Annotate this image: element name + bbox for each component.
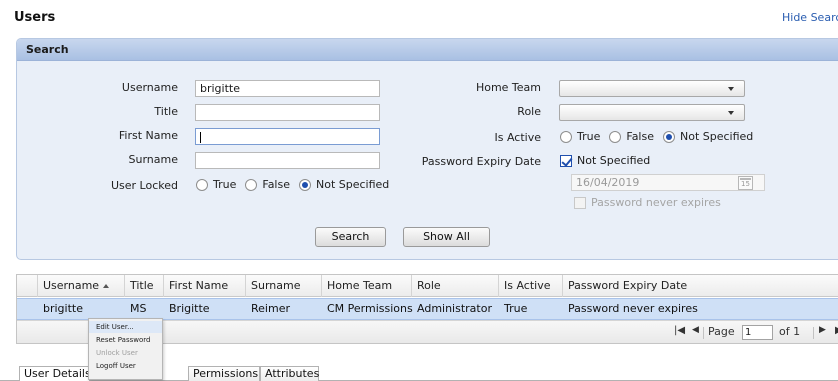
- is-active-radio-group: True False Not Specified: [560, 130, 762, 143]
- cell-surname: Reimer: [251, 302, 290, 315]
- previous-page-icon[interactable]: ◀: [692, 325, 699, 335]
- radio-button[interactable]: [299, 178, 311, 191]
- option-label: Not Specified: [680, 130, 754, 143]
- surname-input[interactable]: [195, 152, 380, 169]
- page-label: Page: [708, 325, 735, 338]
- column-header-title[interactable]: Title: [125, 275, 164, 297]
- first-name-input[interactable]: [195, 128, 380, 145]
- user-locked-radio-group: True False Not Specified: [196, 178, 398, 191]
- menu-item-logoff-user[interactable]: Logoff User: [89, 360, 162, 372]
- table-row[interactable]: brigitte MS Brigitte Reimer CM Permissio…: [17, 298, 838, 320]
- grid-header: Username Title First Name Surname Home T…: [17, 275, 838, 297]
- tab-user-details[interactable]: User Details: [19, 366, 91, 381]
- home-team-select[interactable]: [559, 80, 745, 97]
- cell-first-name: Brigitte: [169, 302, 210, 315]
- password-expiry-not-specified[interactable]: Not Specified: [560, 154, 650, 167]
- tab-attributes[interactable]: Attributes: [260, 366, 319, 381]
- search-button[interactable]: Search: [315, 227, 386, 247]
- radio-button[interactable]: [663, 130, 675, 143]
- column-header-surname[interactable]: Surname: [246, 275, 322, 297]
- home-team-label: Home Team: [475, 81, 541, 94]
- is-active-false-option[interactable]: False: [609, 130, 654, 143]
- pager-separator: [813, 327, 814, 339]
- calendar-icon[interactable]: 15: [738, 176, 753, 190]
- menu-item-unlock-user: Unlock User: [96, 349, 138, 357]
- option-label: True: [577, 130, 601, 143]
- column-header-role[interactable]: Role: [412, 275, 499, 297]
- password-never-expires-checkbox: [574, 196, 586, 209]
- cell-password-expiry: Password never expires: [568, 302, 698, 315]
- column-label: Title: [130, 279, 154, 292]
- column-header-password-expiry[interactable]: Password Expiry Date: [563, 275, 838, 297]
- cell-username: brigitte: [43, 302, 83, 315]
- password-never-expires: Password never expires: [574, 196, 721, 209]
- option-label: False: [626, 130, 654, 143]
- is-active-not-specified-option[interactable]: Not Specified: [663, 130, 753, 143]
- column-label: Password Expiry Date: [568, 279, 688, 292]
- radio-button[interactable]: [609, 130, 622, 143]
- column-label: Role: [417, 279, 441, 292]
- first-name-label: First Name: [118, 129, 178, 142]
- cell-is-active: True: [504, 302, 528, 315]
- title-input[interactable]: [195, 104, 380, 121]
- role-select[interactable]: [559, 104, 745, 121]
- next-page-icon[interactable]: ▶: [819, 325, 826, 335]
- checkbox-label: Not Specified: [577, 154, 651, 167]
- cell-role: Administrator: [417, 302, 492, 315]
- option-label: True: [213, 178, 237, 191]
- page-title: Users: [14, 10, 56, 25]
- page-number-input[interactable]: 1: [742, 325, 773, 340]
- user-locked-not-specified-option[interactable]: Not Specified: [299, 178, 389, 191]
- username-label: Username: [121, 81, 178, 94]
- chevron-down-icon: [728, 87, 734, 91]
- role-label: Role: [517, 105, 541, 118]
- option-label: False: [262, 178, 290, 191]
- password-expiry-date-field[interactable]: 16/04/2019: [571, 174, 765, 191]
- menu-item-edit-user[interactable]: Edit User...: [89, 321, 162, 333]
- column-label: Is Active: [504, 279, 551, 292]
- row-selector-header: [17, 275, 38, 297]
- hide-search-link[interactable]: Hide Search: [782, 11, 838, 24]
- radio-button[interactable]: [196, 178, 208, 191]
- cell-title: MS: [130, 302, 147, 315]
- column-header-home-team[interactable]: Home Team: [322, 275, 412, 297]
- user-locked-false-option[interactable]: False: [245, 178, 290, 191]
- username-input[interactable]: brigitte: [195, 80, 380, 97]
- title-label: Title: [154, 105, 178, 118]
- radio-button[interactable]: [245, 178, 258, 191]
- column-header-is-active[interactable]: Is Active: [499, 275, 563, 297]
- column-header-username[interactable]: Username: [38, 275, 125, 297]
- tab-permissions[interactable]: Permissions: [188, 366, 260, 381]
- column-label: Home Team: [327, 279, 393, 292]
- show-all-button[interactable]: Show All: [403, 227, 490, 247]
- menu-item-reset-password[interactable]: Reset Password: [89, 334, 162, 346]
- cell-home-team: CM Permissions: [327, 302, 413, 315]
- not-specified-checkbox[interactable]: [560, 154, 572, 167]
- chevron-down-icon: [728, 111, 734, 115]
- surname-label: Surname: [128, 153, 178, 166]
- user-locked-true-option[interactable]: True: [196, 178, 236, 191]
- search-panel-header: Search: [17, 39, 838, 61]
- password-expiry-label: Password Expiry Date: [421, 155, 541, 168]
- is-active-label: Is Active: [494, 131, 542, 144]
- is-active-true-option[interactable]: True: [560, 130, 600, 143]
- text-cursor: [200, 131, 201, 143]
- checkbox-label: Password never expires: [591, 196, 721, 209]
- row-context-menu: Edit User... Reset Password Unlock User …: [88, 318, 163, 380]
- radio-button[interactable]: [560, 130, 572, 143]
- column-header-first-name[interactable]: First Name: [164, 275, 246, 297]
- column-label: Surname: [251, 279, 301, 292]
- column-label: Username: [43, 279, 100, 292]
- column-label: First Name: [169, 279, 229, 292]
- first-page-icon[interactable]: |◀: [674, 325, 685, 336]
- option-label: Not Specified: [316, 178, 390, 191]
- page-count: of 1: [779, 325, 801, 338]
- pager-separator: [703, 327, 704, 339]
- sort-ascending-icon: [103, 284, 110, 288]
- user-locked-label: User Locked: [110, 179, 178, 192]
